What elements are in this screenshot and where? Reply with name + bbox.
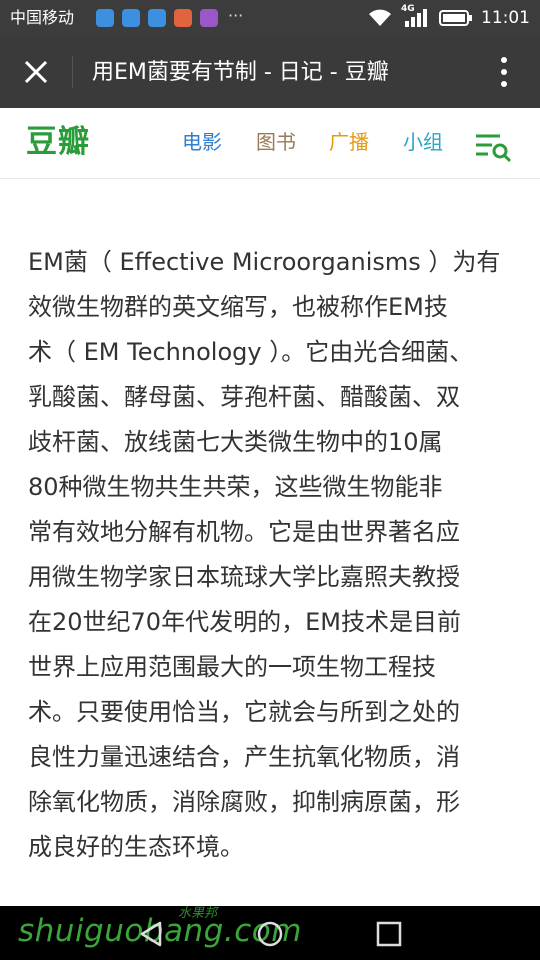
page-title: 用EM菌要有节制 - 日记 - 豆瓣: [92, 60, 389, 85]
signal-icon: 4G: [401, 4, 431, 29]
nav-link-books[interactable]: 图书: [256, 128, 296, 156]
app-bar-divider: [72, 56, 73, 88]
article-line: 世界上应用范围最大的一项生物工程技: [28, 653, 436, 681]
watermark-subtext: 水果邦: [178, 906, 218, 921]
nav-link-groups[interactable]: 小组: [403, 128, 443, 156]
article-line: 成良好的生态环境。: [28, 833, 244, 861]
search-menu-icon[interactable]: [474, 130, 514, 164]
article-line: 除氧化物质，消除腐败，抑制病原菌，形: [28, 788, 460, 816]
article-line: 用微生物学家日本琉球大学比嘉照夫教授: [28, 563, 460, 591]
article-body: EM菌（ Effective Microorganisms ）为有 效微生物群的…: [28, 240, 518, 870]
close-icon[interactable]: [16, 52, 56, 92]
article-line: 乳酸菌、酵母菌、芽孢杆菌、醋酸菌、双: [28, 383, 460, 411]
app-bar: 用EM菌要有节制 - 日记 - 豆瓣: [0, 36, 540, 108]
qq-notification-icon-2: [148, 9, 166, 27]
app-notification-icon: [174, 9, 192, 27]
article-line: 良性力量迅速结合，产生抗氧化物质，消: [28, 743, 460, 771]
system-nav-bar: shuiguobang.com 水果邦: [0, 906, 540, 960]
article-line: 术（ EM Technology ）。它由光合细菌、: [28, 338, 474, 366]
back-icon[interactable]: [136, 919, 166, 949]
douban-nav: 豆瓣 电影 图书 广播 小组: [0, 108, 540, 179]
battery-icon: [439, 10, 472, 26]
article-line: 术。只要使用恰当，它就会与所到之处的: [28, 698, 460, 726]
more-options-icon[interactable]: [490, 52, 518, 92]
message-notification-icon: [122, 9, 140, 27]
wifi-icon: [369, 9, 391, 26]
douban-logo[interactable]: 豆瓣: [26, 124, 90, 160]
nav-link-movies[interactable]: 电影: [182, 128, 222, 156]
article-line: 常有效地分解有机物。它是由世界著名应: [28, 518, 460, 546]
calendar-notification-icon: [200, 9, 218, 27]
nav-link-broadcast[interactable]: 广播: [329, 128, 369, 156]
clock: 11:01: [481, 8, 530, 28]
recent-apps-icon[interactable]: [374, 919, 404, 949]
article-line: 歧杆菌、放线菌七大类微生物中的10属: [28, 428, 443, 456]
carrier-name: 中国移动: [10, 8, 75, 27]
status-bar: 中国移动 ··· 4G 11:01: [0, 0, 540, 36]
article-line: EM菌（ Effective Microorganisms ）为有: [28, 248, 501, 276]
home-icon[interactable]: [255, 919, 285, 949]
more-notifications-icon: ···: [228, 6, 244, 25]
article-line: 在20世纪70年代发明的，EM技术是目前: [28, 608, 461, 636]
qq-notification-icon: [96, 9, 114, 27]
article-line: 效微生物群的英文缩写，也被称作EM技: [28, 293, 448, 321]
article-line: 80种微生物共生共荣，这些微生物能非: [28, 473, 443, 501]
